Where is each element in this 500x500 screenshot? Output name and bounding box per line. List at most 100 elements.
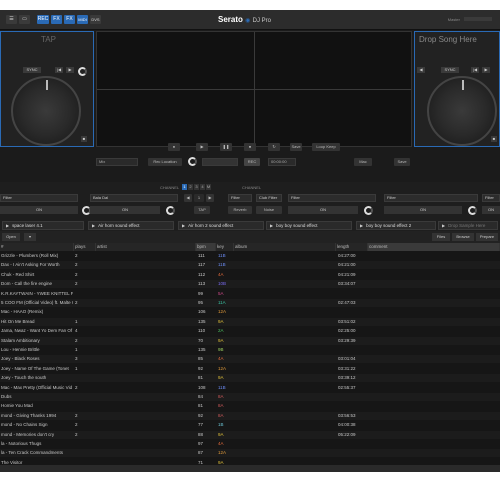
table-row[interactable]: la - Ten Crack Commandments 87 12A [0,449,500,458]
table-row[interactable]: Hit On Me Bread 1 135 9A 03:51:02 [0,317,500,326]
open-files-button[interactable]: Open Files [2,233,20,247]
play-icon[interactable]: ▶ [196,143,208,151]
save-icon[interactable]: Save [290,143,302,151]
fx-right-slot-2[interactable]: Filter [384,194,478,202]
deck-left-title[interactable]: TAP [41,35,56,44]
fx-prev-icon[interactable]: ◀ [184,194,192,202]
sampler-slot-3[interactable]: Air horn 2 sound effect [178,221,264,230]
fx-right-slot-1[interactable]: Filter [288,194,376,202]
table-row[interactable]: mond - No Chains Sign 2 77 1B 04:00:38 [0,421,500,430]
mode-button[interactable]: Mac [354,158,372,166]
channel-2-button[interactable]: 2 [188,184,193,190]
channel-4-button[interactable]: 4 [200,184,205,190]
table-row[interactable]: Stalam Ambitionary 2 70 9A 03:29:39 [0,336,500,345]
table-row[interactable]: Grizzle - Plumbers (Roll Mix) 2 111 11B 04:2… [0,252,500,260]
rec-save-button[interactable]: Save [394,158,410,166]
channel-1-button[interactable]: 1 [182,184,187,190]
table-row[interactable]: Jama, Nwaz - Want Yo Dem Fan Of 4 110 2A 02:… [0,327,500,336]
record-input-select[interactable]: Mix [96,158,138,166]
col-header-album[interactable]: album [234,243,336,251]
table-row[interactable]: mond - Giving Thanks 1994 2 92 8A 03:56:53 [0,411,500,420]
rec-gain-knob[interactable] [188,157,197,166]
browse-button[interactable]: Browse [452,233,474,241]
record-dot-button[interactable]: ● [168,143,180,151]
rec-panel-button[interactable]: REC [37,15,49,24]
window-icon[interactable]: ▭ [19,15,30,24]
tap-button[interactable]: TAP [194,206,210,214]
table-row[interactable]: la - Notorious Thugs 97 4A [0,440,500,448]
deck-left-prev-icon[interactable]: |◀ [55,67,63,73]
fx-left-2-on-button[interactable]: ON [90,206,160,214]
files-button[interactable]: Files [432,233,450,241]
rec-button[interactable]: REC [244,158,260,166]
channel-3-button[interactable]: 3 [194,184,199,190]
waveform-display[interactable] [96,31,412,147]
table-row[interactable]: Dubs 84 8A [0,393,500,401]
table-row[interactable]: Homie You Mad 81 8A [0,402,500,411]
table-row[interactable]: Joey - Touch the south 81 9A 03:39:12 [0,374,500,383]
deck-right-cue-icon[interactable]: ◀ [417,67,425,73]
col-header-comment[interactable]: comment [368,243,500,251]
reverb-button[interactable]: Reverb [228,206,252,214]
deck-left-platter[interactable] [11,76,81,146]
table-row[interactable]: Dax - I Ain't Asking For Worth 2 117 11B 04:… [0,261,500,270]
table-row[interactable]: Dom - Call the fire engine 2 113 10B 03:34:0… [0,280,500,289]
deck-left-next-icon[interactable]: ▶ [66,67,74,73]
table-row[interactable]: Lou - Hennie Brittle 1 135 9B [0,346,500,354]
fx-right-2-on-button[interactable]: ON [384,206,462,214]
deck-right-platter[interactable] [427,76,497,146]
fx-left-1-on-button[interactable]: ON [0,206,78,214]
prepare-button[interactable]: Prepare [476,233,498,241]
fx-next-icon[interactable]: ▶ [206,194,214,202]
table-row[interactable]: K.R.KAYTWAIN - YWEE KNITTEL FI 99 5A [0,289,500,298]
menu-icon[interactable]: ☰ [6,15,17,24]
fx-center-slot-a[interactable]: Filter [228,194,252,202]
midi-button[interactable]: MIDI [77,15,88,24]
fx-left-2-knob[interactable] [166,206,175,215]
col-header-artist[interactable]: artist [96,243,196,251]
sampler-slot-5[interactable]: boy boy sound effect 2 [356,221,436,230]
table-row[interactable]: 5 COO FM (Official Video) ft. Malte Cro 2… [0,299,500,307]
fx-right-3-on-button[interactable]: ON [482,206,500,214]
deck-right-slip-icon[interactable]: ■ [491,136,497,142]
col-header-key[interactable]: key [216,243,234,251]
loop-keep-button[interactable]: Loop Keep [312,143,340,151]
col-header-length[interactable]: length [336,243,368,251]
dvs-button[interactable]: DVS [90,15,101,24]
fx-right-1-on-button[interactable]: ON [288,206,358,214]
table-row[interactable]: Mac - HAAO (Remix) 106 12A [0,308,500,317]
table-row[interactable]: Mac - Max Pretty (Official Music Vid 2 108… [0,383,500,392]
sampler-slot-1[interactable]: space laser 4.1 [2,221,84,230]
fx-right-1-knob[interactable] [364,206,373,215]
sampler-slot-4[interactable]: boy boy sound effect [266,221,352,230]
deck-right-prev-icon[interactable]: |◀ [471,67,479,73]
fx2-panel-button[interactable]: FX [64,15,75,24]
rec-location-button[interactable]: Rec Location [148,158,182,166]
col-header-plays[interactable]: plays [74,243,96,251]
fx-left-slot-1[interactable]: Filter [0,194,78,202]
noise-button[interactable]: Noise [256,206,282,214]
table-row[interactable]: Joey - Black Roses 3 85 4A 03:01:04 [0,355,500,364]
sampler-slot-6[interactable]: Drop Sample Here [438,221,498,230]
col-header-bpm[interactable]: bpm [196,243,216,251]
channel-m-button[interactable]: M [206,184,211,190]
deck-left-sync-button[interactable]: SYNC [23,67,41,73]
pause-icon[interactable]: ❚❚ [220,143,232,151]
deck-right-sync-button[interactable]: SYNC [441,67,459,73]
deck-left-pitch-knob[interactable] [78,67,87,76]
fx-right-2-knob[interactable] [468,206,477,215]
master-volume-slider[interactable] [464,17,492,21]
stop-icon[interactable]: ⏹ [244,143,256,151]
table-row[interactable]: mond - Memories don't cry 2 88 9A 05:22:09 [0,430,500,439]
sampler-slot-2[interactable]: Air horn sound effect [88,221,174,230]
deck-right-title[interactable]: Drop Song Here [419,35,477,44]
fx-right-slot-3[interactable]: Filter [482,194,500,202]
fx-center-slot-b[interactable]: Club Filter [256,194,282,202]
loop-icon[interactable]: ↻ [268,143,280,151]
col-header-song[interactable]: # [0,243,74,251]
deck-right-next-icon[interactable]: ▶ [482,67,490,73]
deck-left-slip-icon[interactable]: ■ [81,136,87,142]
library-view-dropdown[interactable]: ▾ [24,233,36,241]
fx-panel-button[interactable]: FX [51,15,62,24]
table-row[interactable]: Joey - Name Of The Game (Tonet 1 92 12A 03:3… [0,364,500,373]
